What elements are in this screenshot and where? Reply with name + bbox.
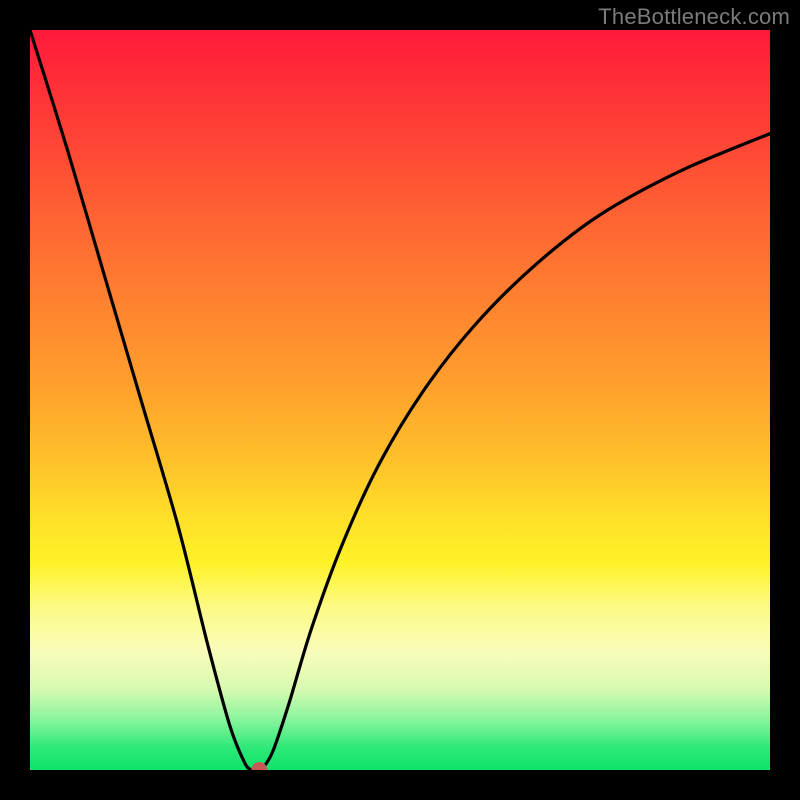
plot-area (30, 30, 770, 770)
bottleneck-point-marker (30, 30, 770, 770)
chart-frame: TheBottleneck.com (0, 0, 800, 800)
watermark-label: TheBottleneck.com (598, 4, 790, 30)
bottleneck-curve (30, 30, 770, 770)
